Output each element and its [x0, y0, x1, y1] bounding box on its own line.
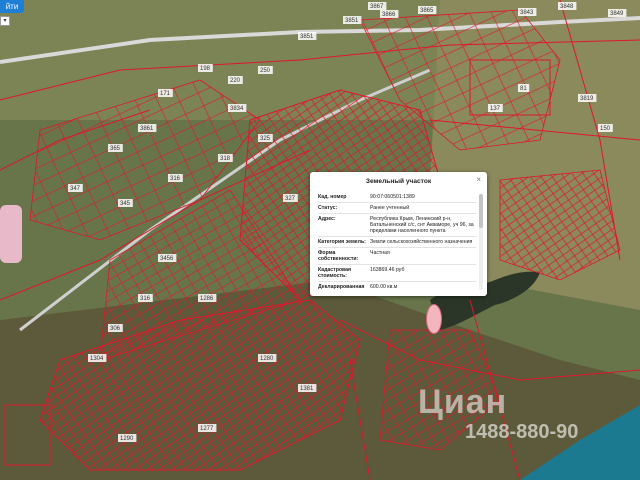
popup-title: Земельный участок: [365, 178, 432, 185]
popup-rows: Кад. номер 90:07:060501:1389 Статус: Ран…: [318, 192, 476, 292]
plot-label[interactable]: 250: [260, 68, 271, 74]
plot-label[interactable]: 3866: [382, 12, 396, 18]
plot-label[interactable]: 3849: [610, 11, 624, 17]
info-row-address: Адрес: Республика Крым, Ленинский р-н, Б…: [318, 214, 476, 237]
popup-scrollbar[interactable]: [479, 194, 483, 290]
watermark-phone: 1488-880-90: [465, 421, 579, 443]
plot-label[interactable]: 1290: [120, 436, 134, 442]
plot-label[interactable]: 3861: [140, 126, 154, 132]
selected-parcel-marker[interactable]: [426, 304, 442, 334]
scrollbar-thumb[interactable]: [479, 194, 483, 228]
search-button[interactable]: йти: [0, 0, 24, 13]
plot-label[interactable]: 316: [170, 176, 181, 182]
plot-label[interactable]: 318: [220, 156, 231, 162]
chevron-down-icon: ▾: [3, 18, 7, 24]
plot-label[interactable]: 171: [160, 91, 171, 97]
plot-label[interactable]: 1286: [200, 296, 214, 302]
plot-label[interactable]: 81: [520, 86, 527, 92]
plot-label[interactable]: 327: [285, 196, 296, 202]
plot-label[interactable]: 1304: [90, 356, 104, 362]
plot-label[interactable]: 3851: [300, 34, 314, 40]
plot-label[interactable]: 3456: [160, 256, 174, 262]
plot-label[interactable]: 3848: [560, 4, 574, 10]
info-row-status: Статус: Ранее учтенный: [318, 203, 476, 214]
plot-label[interactable]: 347: [70, 186, 81, 192]
plot-label[interactable]: 3867: [370, 4, 384, 10]
plot-label[interactable]: 306: [110, 326, 121, 332]
plot-label[interactable]: 220: [230, 78, 241, 84]
plot-label[interactable]: 198: [200, 66, 211, 72]
plot-label[interactable]: 3819: [580, 96, 594, 102]
info-row-cadastral-number: Кад. номер 90:07:060501:1389: [318, 192, 476, 203]
plot-label[interactable]: 3851: [345, 18, 359, 24]
pond-left: [0, 205, 22, 263]
watermark-brand: Циан: [418, 383, 508, 421]
plot-label[interactable]: 316: [140, 296, 151, 302]
plot-label[interactable]: 365: [110, 146, 121, 152]
info-row-declared-area: Декларированная 600.00 кв.м: [318, 282, 476, 292]
info-row-cadastral-value: Кадастровая стоимость: 163869.46 руб: [318, 265, 476, 282]
plot-label[interactable]: 137: [490, 106, 501, 112]
plot-label[interactable]: 3843: [520, 10, 534, 16]
parcel-info-popup: Земельный участок × Кад. номер 90:07:060…: [310, 172, 487, 296]
plot-label[interactable]: 150: [600, 126, 611, 132]
info-row-ownership: Форма собственности: Частная: [318, 248, 476, 265]
plot-label[interactable]: 1280: [260, 356, 274, 362]
plot-label[interactable]: 325: [260, 136, 271, 142]
plot-label[interactable]: 345: [120, 201, 131, 207]
plot-label[interactable]: 3834: [230, 106, 244, 112]
plot-label[interactable]: 1381: [300, 386, 314, 392]
info-row-land-category: Категория земель: Земли сельскохозяйстве…: [318, 237, 476, 248]
close-icon[interactable]: ×: [476, 175, 481, 184]
layer-select[interactable]: ▾: [0, 16, 10, 26]
plot-label[interactable]: 3865: [420, 8, 434, 14]
plot-label[interactable]: 1277: [200, 426, 214, 432]
